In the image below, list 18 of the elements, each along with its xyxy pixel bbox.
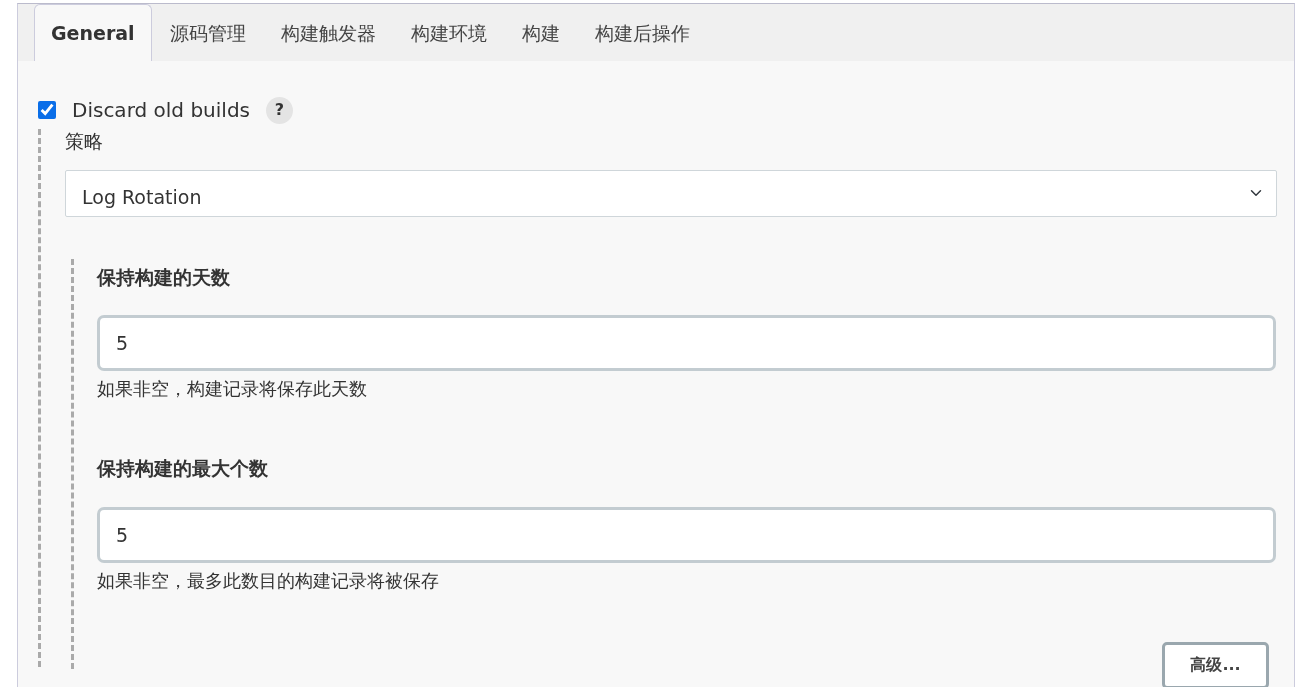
tab[interactable]: 构建触发器 — [263, 3, 393, 61]
tab[interactable]: 构建后操作 — [577, 3, 707, 61]
input-field[interactable]: 5 — [97, 315, 1276, 372]
strategy-dropdown[interactable]: Log Rotation — [65, 169, 1277, 217]
field-hint: 如果非空，构建记录将保存此天数 — [97, 377, 368, 402]
field-label: 保持构建的最大个数 — [97, 456, 269, 482]
tab[interactable]: General — [34, 3, 152, 61]
tab[interactable]: 源码管理 — [152, 3, 263, 61]
strategy-label: 策略 — [65, 129, 104, 154]
help-icon[interactable]: ? — [266, 96, 293, 124]
advanced-button[interactable]: 高级... — [1162, 641, 1269, 687]
checkbox[interactable] — [38, 101, 56, 119]
field-label: 保持构建的天数 — [97, 264, 231, 290]
input-field[interactable]: 5 — [97, 506, 1276, 563]
checkbox-label: Discard old builds — [72, 97, 250, 124]
tab[interactable]: 构建 — [504, 3, 577, 61]
tab[interactable]: 构建环境 — [393, 3, 504, 61]
field-hint: 如果非空，最多此数目的构建记录将被保存 — [97, 568, 440, 593]
